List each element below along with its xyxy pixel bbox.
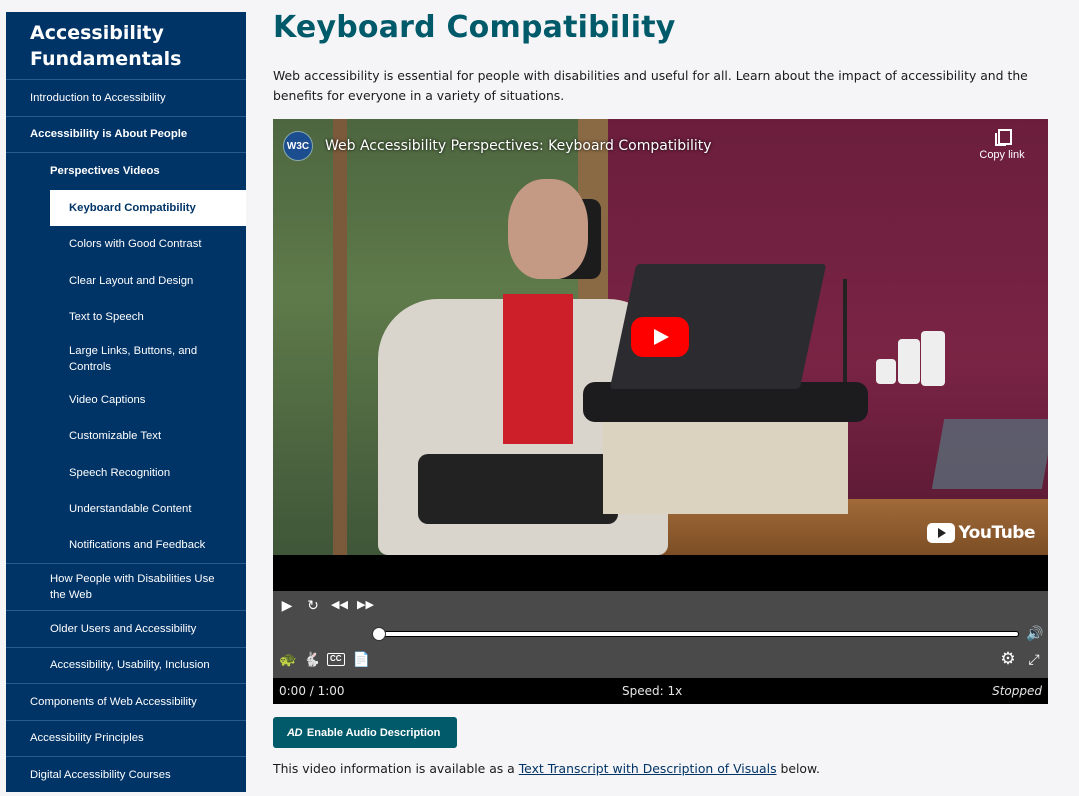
- w3c-logo-icon[interactable]: W3C: [283, 131, 313, 161]
- page-title: Keyboard Compatibility: [273, 10, 676, 45]
- faster-icon[interactable]: 🐇: [303, 649, 320, 669]
- copy-link-button[interactable]: Copy link: [974, 129, 1030, 161]
- playback-status: Stopped: [992, 684, 1042, 698]
- sidebar-item-clear-layout[interactable]: Clear Layout and Design: [6, 263, 246, 300]
- copy-icon: [995, 129, 1012, 146]
- player-status-bar: 0:00 / 1:00 Speed: 1x Stopped: [273, 678, 1048, 704]
- secondary-controls: 🐢 🐇 CC 📄: [279, 649, 370, 669]
- sidebar-item-components[interactable]: Components of Web Accessibility: [6, 684, 246, 721]
- copy-link-label: Copy link: [979, 149, 1025, 161]
- seek-thumb[interactable]: [372, 627, 386, 641]
- youtube-play-button[interactable]: [631, 317, 689, 357]
- sidebar-item-how-people-use-web[interactable]: How People with Disabilities Use the Web: [6, 564, 246, 611]
- sidebar-item-customizable-text[interactable]: Customizable Text: [6, 418, 246, 455]
- sidebar-item-perspectives-videos[interactable]: Perspectives Videos: [6, 153, 246, 190]
- player-controls: ▶ ↻ ◀◀ ▶▶ 🔊 🐢 🐇 CC 📄 ⚙ ⤢: [273, 591, 1048, 678]
- sidebar-nav: Accessibility Fundamentals Introduction …: [6, 12, 246, 792]
- video-scene-frame: [333, 119, 347, 555]
- sidebar-item-text-to-speech[interactable]: Text to Speech: [6, 299, 246, 336]
- sidebar-item-courses[interactable]: Digital Accessibility Courses: [6, 757, 246, 794]
- sidebar-item-introduction[interactable]: Introduction to Accessibility: [6, 80, 246, 117]
- sidebar-item-notifications[interactable]: Notifications and Feedback: [6, 528, 246, 564]
- play-icon[interactable]: ▶: [279, 595, 295, 615]
- video-scene-person: [358, 179, 668, 555]
- audio-description-icon: AD: [287, 726, 302, 739]
- fast-forward-icon[interactable]: ▶▶: [357, 595, 374, 615]
- playback-controls: ▶ ↻ ◀◀ ▶▶: [279, 595, 374, 615]
- sidebar-title[interactable]: Accessibility Fundamentals: [6, 12, 246, 80]
- video-letterbox: [273, 555, 1048, 591]
- restart-icon[interactable]: ↻: [305, 595, 321, 615]
- enable-audio-description-label: Enable Audio Description: [306, 726, 441, 739]
- sidebar-item-about-people[interactable]: Accessibility is About People: [6, 117, 246, 153]
- rewind-icon[interactable]: ◀◀: [331, 595, 348, 615]
- sidebar-item-colors-contrast[interactable]: Colors with Good Contrast: [6, 226, 246, 263]
- video-scene-candle: [876, 359, 896, 384]
- intro-paragraph: Web accessibility is essential for peopl…: [273, 68, 1028, 103]
- seek-slider[interactable]: [372, 627, 1019, 641]
- video-title-bar[interactable]: W3C Web Accessibility Perspectives: Keyb…: [283, 131, 712, 161]
- youtube-play-icon: [927, 523, 956, 543]
- video-scene-candle: [921, 331, 945, 386]
- enable-audio-description-button[interactable]: AD Enable Audio Description: [273, 717, 457, 748]
- transcript-icon[interactable]: 📄: [353, 649, 370, 669]
- settings-controls: ⚙ ⤢: [1000, 649, 1042, 669]
- gear-icon[interactable]: ⚙: [1000, 649, 1016, 669]
- volume-icon[interactable]: 🔊: [1026, 623, 1043, 643]
- page: Accessibility Fundamentals Introduction …: [0, 0, 1079, 796]
- captions-icon[interactable]: CC: [327, 652, 345, 666]
- playback-speed: Speed: 1x: [622, 684, 683, 698]
- video-scene-candle: [898, 339, 920, 384]
- person-head: [508, 179, 588, 279]
- transcript-link[interactable]: Text Transcript with Description of Visu…: [519, 761, 777, 776]
- video-scene-lamp: [843, 279, 847, 394]
- sidebar-item-understandable-content[interactable]: Understandable Content: [6, 491, 246, 528]
- youtube-logo[interactable]: YouTube: [927, 523, 1035, 543]
- slower-icon[interactable]: 🐢: [279, 649, 296, 669]
- transcript-note: This video information is available as a…: [273, 761, 820, 776]
- person-belt: [418, 454, 618, 524]
- video-scene-chair: [931, 419, 1048, 489]
- sidebar-item-usability-inclusion[interactable]: Accessibility, Usability, Inclusion: [6, 648, 246, 684]
- sidebar-item-older-users[interactable]: Older Users and Accessibility: [6, 611, 246, 648]
- sidebar-item-speech-recognition[interactable]: Speech Recognition: [6, 455, 246, 492]
- elapsed-time: 0:00 / 1:00: [279, 684, 345, 698]
- sidebar-item-principles[interactable]: Accessibility Principles: [6, 721, 246, 757]
- person-shirt: [503, 294, 573, 444]
- transcript-note-before: This video information is available as a: [273, 761, 519, 776]
- fullscreen-icon[interactable]: ⤢: [1026, 649, 1042, 669]
- video-title[interactable]: Web Accessibility Perspectives: Keyboard…: [325, 138, 712, 154]
- video-embed[interactable]: W3C Web Accessibility Perspectives: Keyb…: [273, 119, 1048, 555]
- sidebar-item-large-links[interactable]: Large Links, Buttons, and Controls: [6, 336, 246, 382]
- youtube-logo-text: YouTube: [958, 523, 1035, 543]
- sidebar-item-keyboard-compatibility[interactable]: Keyboard Compatibility: [50, 189, 246, 226]
- sidebar-item-video-captions[interactable]: Video Captions: [6, 382, 246, 419]
- transcript-note-after: below.: [776, 761, 820, 776]
- video-scene-box: [603, 414, 848, 514]
